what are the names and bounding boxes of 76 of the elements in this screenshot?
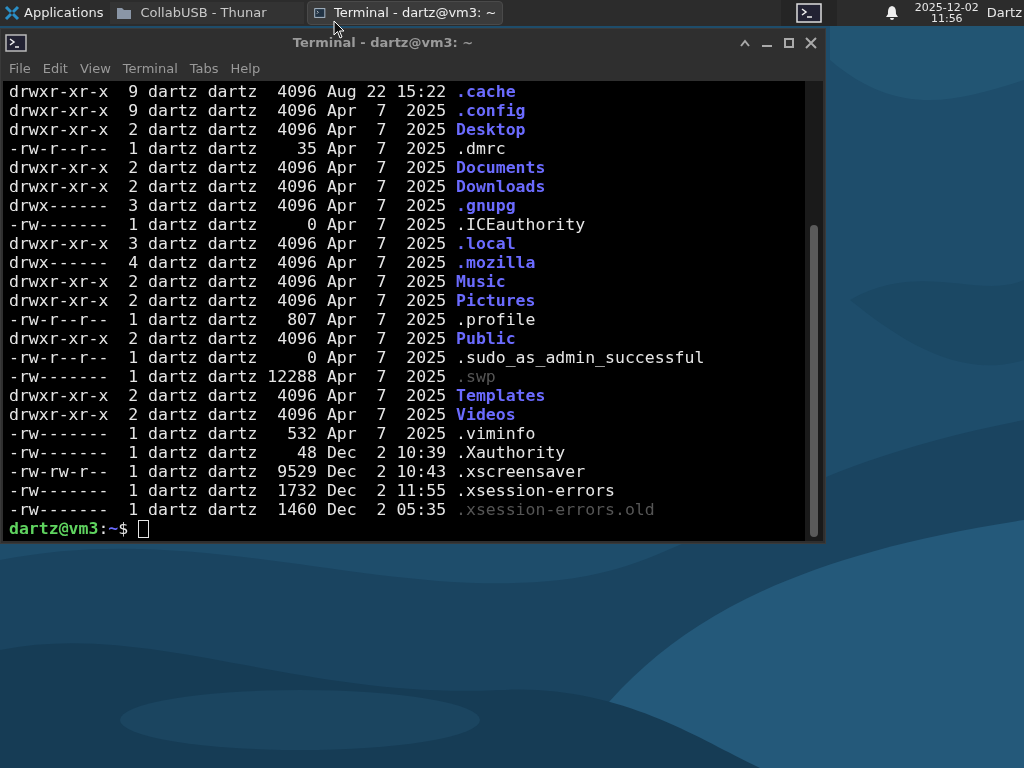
file-name: .cache bbox=[456, 82, 516, 101]
taskbar-button[interactable]: CollabUSB - Thunar bbox=[109, 1, 306, 25]
file-name: .Xauthority bbox=[456, 443, 566, 462]
file-name: .local bbox=[456, 234, 516, 253]
listing-details: drwxr-xr-x 9 dartz dartz 4096 Apr 7 2025 bbox=[9, 101, 447, 120]
mouse-pointer-icon bbox=[333, 20, 345, 39]
listing-details: -rw------- 1 dartz dartz 1460 Dec 2 05:35 bbox=[9, 500, 447, 519]
window-title: Terminal - dartz@vm3: ~ bbox=[292, 34, 474, 53]
bell-icon[interactable] bbox=[884, 5, 899, 21]
prompt-symbol: $ bbox=[118, 519, 129, 538]
file-name: .xscreensaver bbox=[456, 462, 586, 481]
x-logo-icon bbox=[4, 5, 20, 21]
chevron-up-icon[interactable] bbox=[739, 38, 751, 48]
file-name: .sudo_as_admin_successful bbox=[456, 348, 705, 367]
file-name: .ICEauthority bbox=[456, 215, 586, 234]
file-name: .viminfo bbox=[456, 424, 536, 443]
listing-details: drwxr-xr-x 2 dartz dartz 4096 Apr 7 2025 bbox=[9, 329, 447, 348]
file-name: .swp bbox=[456, 367, 496, 386]
menu-item[interactable]: View bbox=[75, 59, 115, 79]
prompt-path: ~ bbox=[108, 519, 119, 538]
listing-details: -rw-r--r-- 1 dartz dartz 0 Apr 7 2025 bbox=[9, 348, 447, 367]
listing-details: drwxr-xr-x 9 dartz dartz 4096 Aug 22 15:22 bbox=[9, 82, 447, 101]
menu-item[interactable]: Tabs bbox=[185, 59, 223, 79]
file-name: .config bbox=[456, 101, 526, 120]
clock-time: 11:56 bbox=[930, 13, 963, 24]
file-name: Templates bbox=[456, 386, 546, 405]
listing-details: -rw-r--r-- 1 dartz dartz 35 Apr 7 2025 bbox=[9, 139, 447, 158]
text-cursor bbox=[138, 519, 150, 538]
taskbar-button[interactable]: Terminal - dartz@vm3: ~ bbox=[307, 1, 504, 25]
file-name: Desktop bbox=[456, 120, 526, 139]
prompt-user-host: dartz@vm3 bbox=[9, 519, 99, 538]
listing-details: -rw------- 1 dartz dartz 1732 Dec 2 11:55 bbox=[9, 481, 447, 500]
listing-details: drwxr-xr-x 2 dartz dartz 4096 Apr 7 2025 bbox=[9, 177, 447, 196]
maximize-icon[interactable] bbox=[783, 38, 795, 48]
file-name: .xsession-errors.old bbox=[456, 500, 655, 519]
file-name: .gnupg bbox=[456, 196, 516, 215]
folder-icon bbox=[116, 6, 133, 20]
close-icon[interactable] bbox=[805, 37, 817, 49]
file-name: Public bbox=[456, 329, 516, 348]
listing-details: drwxr-xr-x 2 dartz dartz 4096 Apr 7 2025 bbox=[9, 272, 447, 291]
file-name: Music bbox=[456, 272, 506, 291]
listing-details: -rw------- 1 dartz dartz 12288 Apr 7 2025 bbox=[9, 367, 447, 386]
listing-details: drwxr-xr-x 2 dartz dartz 4096 Apr 7 2025 bbox=[9, 291, 447, 310]
listing-details: -rw------- 1 dartz dartz 532 Apr 7 2025 bbox=[9, 424, 447, 443]
menu-item[interactable]: File bbox=[5, 59, 35, 79]
prompt-separator: : bbox=[98, 519, 109, 538]
file-name: .xsession-errors bbox=[456, 481, 615, 500]
terminal-launcher-icon[interactable] bbox=[795, 3, 822, 23]
file-name: Documents bbox=[456, 158, 546, 177]
file-name: .profile bbox=[456, 310, 536, 329]
menu-item[interactable]: Terminal bbox=[118, 59, 182, 79]
file-name: Videos bbox=[456, 405, 516, 424]
terminal-icon bbox=[314, 6, 326, 20]
user-name[interactable]: Dartz bbox=[986, 3, 1022, 23]
listing-details: drwxr-xr-x 2 dartz dartz 4096 Apr 7 2025 bbox=[9, 158, 447, 177]
file-name: .dmrc bbox=[456, 139, 506, 158]
listing-details: -rw------- 1 dartz dartz 48 Dec 2 10:39 bbox=[9, 443, 447, 462]
listing-details: drwx------ 3 dartz dartz 4096 Apr 7 2025 bbox=[9, 196, 447, 215]
listing-details: -rw-rw-r-- 1 dartz dartz 9529 Dec 2 10:43 bbox=[9, 462, 447, 481]
applications-menu[interactable]: Applications bbox=[0, 0, 108, 26]
listing-details: drwxr-xr-x 3 dartz dartz 4096 Apr 7 2025 bbox=[9, 234, 447, 253]
clock-date: 2025-12-02 bbox=[914, 2, 979, 13]
listing-details: drwxr-xr-x 2 dartz dartz 4096 Apr 7 2025 bbox=[9, 405, 447, 424]
terminal-icon bbox=[5, 34, 27, 52]
listing-details: drwxr-xr-x 2 dartz dartz 4096 Apr 7 2025 bbox=[9, 120, 447, 139]
menu-item[interactable]: Edit bbox=[38, 59, 72, 79]
listing-details: drwx------ 4 dartz dartz 4096 Apr 7 2025 bbox=[9, 253, 447, 272]
listing-details: drwxr-xr-x 2 dartz dartz 4096 Apr 7 2025 bbox=[9, 386, 447, 405]
listing-details: -rw-r--r-- 1 dartz dartz 807 Apr 7 2025 bbox=[9, 310, 447, 329]
file-name: Downloads bbox=[456, 177, 546, 196]
file-name: .mozilla bbox=[456, 253, 536, 272]
scrollbar[interactable] bbox=[805, 81, 823, 541]
menu-item[interactable]: Help bbox=[226, 59, 265, 79]
file-name: Pictures bbox=[456, 291, 536, 310]
scrollbar-thumb[interactable] bbox=[810, 225, 818, 537]
listing-details: -rw------- 1 dartz dartz 0 Apr 7 2025 bbox=[9, 215, 447, 234]
